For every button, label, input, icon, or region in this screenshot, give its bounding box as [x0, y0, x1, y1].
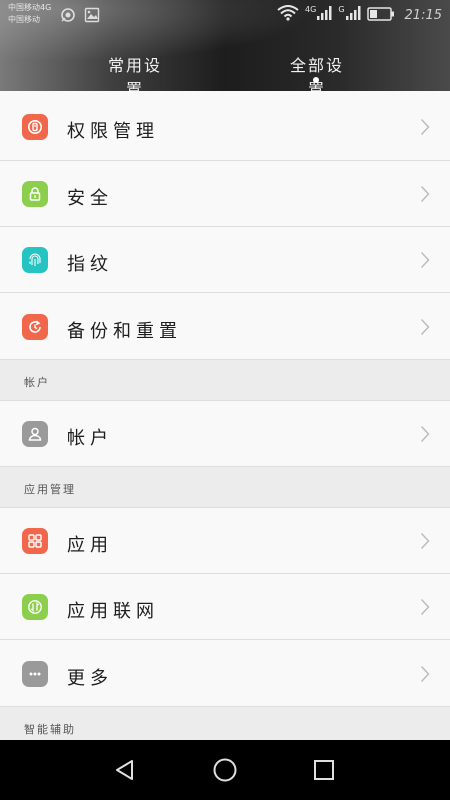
navigation-bar	[0, 740, 450, 800]
status-right-group: 4G G 21:15	[277, 4, 442, 26]
back-triangle-icon	[116, 760, 133, 780]
tab-common-settings[interactable]: 常用设置	[100, 52, 170, 91]
signal-strength-icon	[316, 5, 332, 25]
person-icon	[22, 421, 48, 447]
home-button[interactable]	[210, 755, 240, 785]
row-backup-reset[interactable]: 备份和重置	[0, 293, 450, 360]
chevron-right-icon	[420, 318, 430, 336]
fingerprint-icon	[22, 247, 48, 273]
carrier-2-label: 中国移动	[8, 15, 40, 24]
wifi-icon	[277, 5, 299, 25]
signal-g: G	[338, 4, 361, 25]
chevron-right-icon	[420, 118, 430, 136]
home-circle-icon	[213, 758, 237, 782]
carrier-1-label: 中国移动4G	[8, 3, 52, 12]
network-4g-label: 4G	[305, 4, 317, 14]
row-label: 安全	[67, 188, 113, 209]
back-button[interactable]	[110, 755, 140, 785]
row-label: 应用联网	[67, 601, 159, 622]
settings-list: 权限管理 安全 指纹 备份和重置 帐户 帐户 应用管理 应用 应用联网 更多 智…	[0, 91, 450, 740]
section-title: 应用管理	[24, 483, 76, 496]
apps-grid-icon	[22, 528, 48, 554]
lock-icon	[22, 181, 48, 207]
status-notification-icons	[60, 7, 100, 23]
carrier-info: 中国移动4G 中国移动	[8, 2, 51, 26]
section-title: 帐户	[24, 376, 50, 389]
row-account[interactable]: 帐户	[0, 401, 450, 467]
active-tab-indicator	[313, 77, 319, 83]
row-label: 应用	[67, 535, 113, 556]
header: 中国移动4G 中国移动 4G G 21:15 常用设置 全部设置	[0, 0, 450, 91]
row-permission-management[interactable]: 权限管理	[0, 91, 450, 161]
row-more[interactable]: 更多	[0, 640, 450, 707]
row-fingerprint[interactable]: 指纹	[0, 227, 450, 293]
chevron-right-icon	[420, 185, 430, 203]
row-label: 更多	[67, 668, 113, 689]
section-header-account: 帐户	[0, 360, 450, 401]
chevron-right-icon	[420, 251, 430, 269]
recents-button[interactable]	[309, 755, 339, 785]
network-g-label: G	[338, 4, 345, 14]
tab-all-settings[interactable]: 全部设置	[282, 52, 352, 91]
chevron-right-icon	[420, 425, 430, 443]
network-traffic-icon	[22, 594, 48, 620]
section-header-app-management: 应用管理	[0, 467, 450, 508]
chevron-right-icon	[420, 665, 430, 683]
camera-notification-icon	[60, 7, 76, 23]
chevron-right-icon	[420, 598, 430, 616]
recents-square-icon	[314, 760, 334, 780]
permission-icon	[22, 114, 48, 140]
clock: 21:15	[404, 7, 442, 23]
row-label: 帐户	[67, 428, 113, 449]
status-bar: 中国移动4G 中国移动 4G G 21:15	[0, 0, 450, 32]
signal-4g: 4G	[305, 5, 332, 25]
battery-icon	[366, 6, 395, 25]
settings-tabs: 常用设置 全部设置	[0, 44, 450, 91]
chevron-right-icon	[420, 532, 430, 550]
row-app-networking[interactable]: 应用联网	[0, 574, 450, 640]
row-apps[interactable]: 应用	[0, 508, 450, 574]
section-header-smart-assist: 智能辅助	[0, 707, 450, 740]
row-security[interactable]: 安全	[0, 161, 450, 227]
image-notification-icon	[84, 7, 100, 23]
row-label: 指纹	[67, 254, 113, 275]
more-dots-icon	[22, 661, 48, 687]
row-label: 备份和重置	[67, 321, 182, 342]
backup-restore-icon	[22, 314, 48, 340]
signal-strength-icon	[345, 5, 361, 25]
row-label: 权限管理	[67, 121, 159, 142]
section-title: 智能辅助	[24, 723, 76, 736]
